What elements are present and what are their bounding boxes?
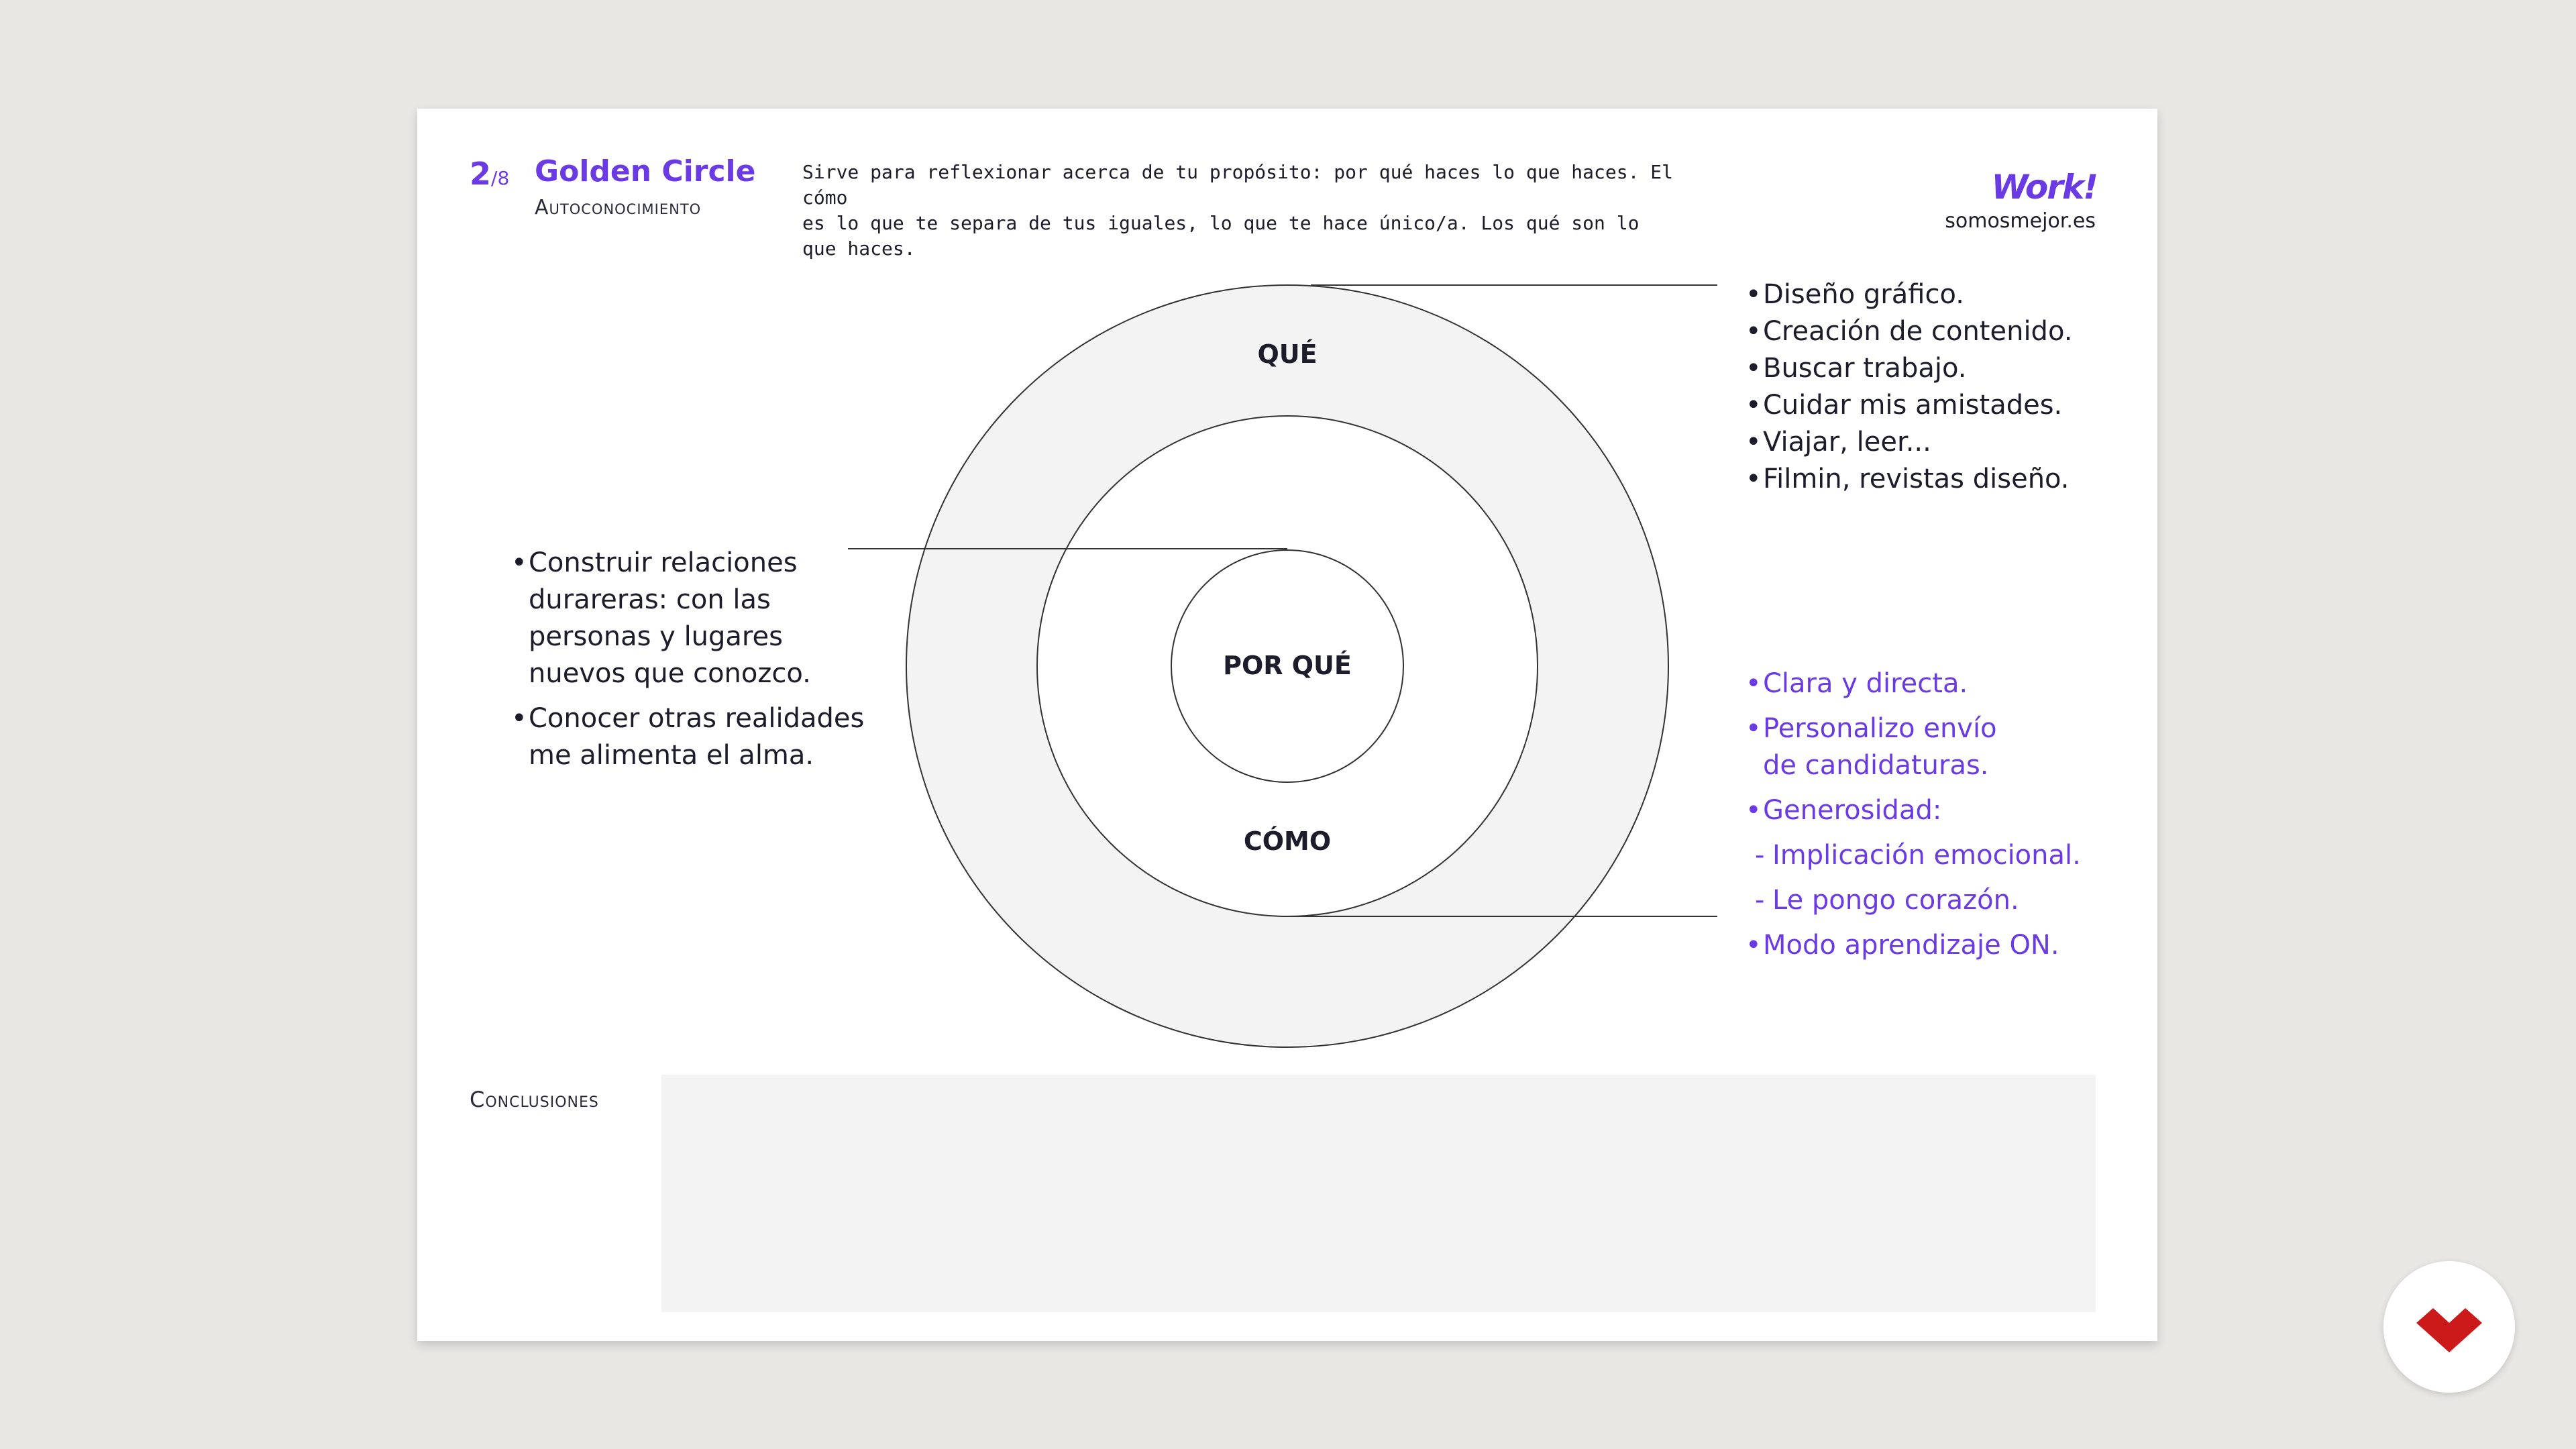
como-item: Modo aprendizaje ON. [1746,927,2121,964]
que-item: Viajar, leer... [1746,424,2121,461]
porque-item: Construir relaciones durareras: con las … [511,545,887,692]
que-item: Diseño gráfico. [1746,276,2121,313]
que-label: QUÉ [1257,339,1318,369]
que-list: Diseño gráfico. Creación de contenido. B… [1746,276,2121,498]
porque-item-line: me alimenta el alma. [529,740,814,771]
red-chevron-logo-icon [2416,1308,2482,1352]
como-subitem: Implicación emocional. [1746,837,2121,874]
porque-list: Construir relaciones durareras: con las … [511,545,887,782]
como-item-line: Personalizo envío [1763,713,1997,744]
worksheet-page: 2/8 Golden Circle Autoconocimiento Sirve… [417,109,2157,1341]
como-list: Clara y directa. Personalizo envío de ca… [1746,665,2121,972]
porque-item: Conocer otras realidades me alimenta el … [511,700,887,774]
como-subitem: Le pongo corazón. [1746,882,2121,919]
como-item: Generosidad: [1746,792,2121,829]
que-item: Buscar trabajo. [1746,350,2121,387]
porque-item-line: Construir relaciones [529,547,798,578]
como-item: Personalizo envío de candidaturas. [1746,710,2121,784]
como-item-line: de candidaturas. [1763,750,1989,781]
que-item: Creación de contenido. [1746,313,2121,350]
conclusions-box[interactable] [661,1075,2096,1312]
conclusions-label: Conclusiones [470,1087,599,1112]
porque-label: POR QUÉ [1223,651,1352,680]
corner-logo-button[interactable] [2383,1261,2515,1393]
como-label: CÓMO [1243,826,1332,856]
porque-item-line: Conocer otras realidades [529,703,865,734]
porque-item-line: nuevos que conozco. [529,658,811,689]
porque-item-line: personas y lugares [529,621,783,652]
que-item: Cuidar mis amistades. [1746,387,2121,424]
como-item: Clara y directa. [1746,665,2121,702]
que-item: Filmin, revistas diseño. [1746,461,2121,498]
porque-item-line: durareras: con las [529,584,771,615]
